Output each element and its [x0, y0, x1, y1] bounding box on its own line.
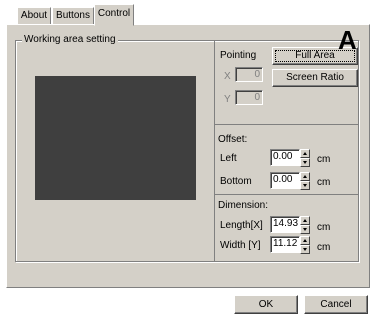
tab-buttons-label: Buttons	[56, 10, 90, 21]
pointing-x-field: 0	[235, 67, 263, 82]
screen-ratio-button[interactable]: Screen Ratio	[272, 69, 358, 87]
spin-down-icon[interactable]	[300, 245, 310, 254]
offset-bottom-unit: cm	[317, 177, 331, 188]
offset-left-unit: cm	[317, 154, 331, 165]
full-area-label: Full Area	[295, 50, 335, 61]
tab-control-label: Control	[97, 8, 131, 19]
pointing-x-label: X	[224, 71, 231, 82]
divider	[214, 41, 215, 261]
dimension-width-spinner[interactable]	[300, 236, 310, 254]
dimension-width-unit: cm	[317, 242, 331, 253]
spin-up-icon[interactable]	[300, 216, 310, 225]
tab-about[interactable]: About	[17, 7, 51, 25]
spin-down-icon[interactable]	[300, 181, 310, 190]
divider	[214, 124, 359, 125]
spin-down-icon[interactable]	[300, 158, 310, 167]
cancel-label: Cancel	[320, 299, 352, 310]
working-area-title: Working area setting	[22, 34, 118, 45]
spin-up-icon[interactable]	[300, 236, 310, 245]
ok-label: OK	[258, 299, 274, 310]
annotation-marker: A	[338, 25, 357, 55]
spin-down-icon[interactable]	[300, 225, 310, 234]
working-area-preview[interactable]	[35, 76, 196, 200]
offset-bottom-spinner[interactable]	[300, 172, 310, 190]
screen-ratio-label: Screen Ratio	[286, 72, 344, 83]
dimension-length-input[interactable]: 14.93	[270, 216, 300, 233]
tab-about-label: About	[20, 10, 48, 21]
tab-buttons[interactable]: Buttons	[52, 7, 94, 25]
offset-left-spinner[interactable]	[300, 149, 310, 167]
dimension-width-label: Width [Y]	[220, 240, 261, 251]
dimension-width-input[interactable]: 11.12	[270, 236, 300, 253]
tab-control[interactable]: Control	[94, 4, 134, 26]
spin-up-icon[interactable]	[300, 172, 310, 181]
ok-button[interactable]: OK	[234, 295, 298, 314]
offset-title: Offset:	[218, 134, 248, 145]
pointing-title: Pointing	[220, 50, 257, 61]
cancel-button[interactable]: Cancel	[304, 295, 368, 314]
dimension-length-unit: cm	[317, 222, 331, 233]
pointing-y-field: 0	[235, 90, 263, 105]
dimension-title: Dimension:	[218, 200, 269, 211]
spin-up-icon[interactable]	[300, 149, 310, 158]
pointing-y-label: Y	[224, 94, 231, 105]
offset-left-label: Left	[220, 153, 237, 164]
dimension-length-label: Length[X]	[220, 220, 263, 231]
offset-bottom-label: Bottom	[220, 176, 252, 187]
dimension-length-spinner[interactable]	[300, 216, 310, 234]
divider	[214, 194, 359, 195]
offset-left-input[interactable]: 0.00	[270, 149, 300, 166]
offset-bottom-input[interactable]: 0.00	[270, 172, 300, 189]
